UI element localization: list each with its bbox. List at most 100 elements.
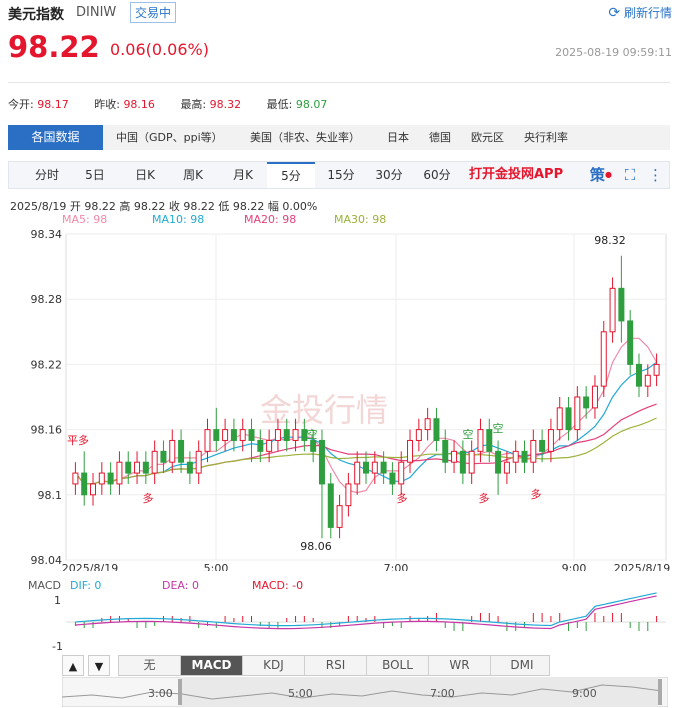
candle-body [521,450,528,463]
prev-close-label: 昨收: [94,98,120,111]
candle-body [565,407,572,431]
candle-body [468,450,475,474]
candle-body [371,461,378,474]
arrow-down-icon[interactable]: ▼ [88,655,110,676]
tab-germany[interactable]: 德国 [429,125,451,150]
quote-time: 2025-08-19 09:59:11 [555,46,672,59]
strategy-icon[interactable]: 策● [590,166,612,184]
price-change: 0.06(0.06%) [110,40,209,59]
more-icon[interactable]: ⋮ [648,166,663,184]
chart-annotation: 空 [493,421,504,435]
candle-body [627,320,634,365]
nav-arrows: ▲ ▼ [62,655,114,676]
divider [8,82,670,83]
indicator-boll[interactable]: BOLL [367,656,429,675]
candle-body [318,439,325,485]
kline-chart[interactable]: 金投行情 98.34 98.28 98.22 98.16 98.1 98.04 2025/… [0,226,678,571]
ohlc-readout: 2025/8/19 开 98.22 高 98.22 收 98.22 低 98.2… [10,200,318,213]
candle-body [380,461,387,474]
y-tick-label: 98.16 [31,424,63,437]
tab-japan[interactable]: 日本 [387,125,409,150]
watermark: 金投行情 [260,391,388,429]
tab-country-data[interactable]: 各国数据 [8,125,103,150]
navigator-left-handle[interactable] [178,679,182,705]
candle-body [547,429,554,452]
tab-weekly-k[interactable]: 周K [169,162,217,188]
indicator-kdj[interactable]: KDJ [243,656,305,675]
indicator-none[interactable]: 无 [119,656,181,675]
candle-body [134,461,141,474]
candle-body [442,439,449,463]
candle-body [310,439,317,452]
arrow-up-icon[interactable]: ▲ [62,655,84,676]
navigator-right-handle[interactable] [658,679,662,705]
indicator-macd[interactable]: MACD [181,656,243,675]
x-tick-label: 2025/8/19 [614,562,670,571]
indicator-dmi[interactable]: DMI [491,656,553,675]
candle-body [574,396,581,431]
tab-eurozone[interactable]: 欧元区 [471,125,504,150]
y-axis: 98.34 98.28 98.22 98.16 98.1 98.04 [31,228,63,567]
instrument-name: 美元指数 [8,7,64,23]
candle-body [336,505,343,528]
x-tick-label: 9:00 [562,562,587,571]
tab-usa[interactable]: 美国（非农、失业率） [250,125,360,150]
candle-body [274,429,281,441]
tab-60min[interactable]: 60分 [413,162,461,188]
candle-body [556,407,563,431]
candle-body [539,439,546,452]
indicator-wr[interactable]: WR [429,656,491,675]
chart-annotation: 空 [463,427,474,441]
chart-annotation: 多 [531,487,542,501]
candle-body [459,450,466,474]
candle-body [398,461,405,485]
candle-body [363,461,369,474]
chart-annotation: 98.32 [594,234,626,247]
candle-body [90,483,97,496]
chart-annotation: 多 [143,491,154,505]
ma5-legend: MA5: 98 [62,213,108,226]
x-tick-label: 7:00 [384,562,409,571]
nav-tick: 7:00 [430,687,455,700]
tab-30min[interactable]: 30分 [365,162,413,188]
fullscreen-icon[interactable]: ⛶ [625,166,636,184]
candle-body [327,483,334,528]
tab-monthly-k[interactable]: 月K [219,162,267,188]
candle-body [433,418,440,441]
candle-body [72,472,79,485]
indicator-rsi[interactable]: RSI [305,656,367,675]
dif-line [75,592,657,627]
candle-body [495,450,502,474]
tab-central-bank-rates[interactable]: 央行利率 [524,125,568,150]
open-app-link[interactable]: 打开金投网APP [469,162,563,188]
period-tabs: 分时 5日 日K 周K 月K 5分 15分 30分 60分 打开金投网APP 策… [8,161,670,189]
tab-15min[interactable]: 15分 [317,162,365,188]
candle-body [222,429,229,441]
ma20-legend: MA20: 98 [244,213,297,226]
chart-annotation: 多 [397,491,408,505]
high-value: 98.32 [209,98,242,111]
chart-annotation: 平多 [67,433,89,447]
stats-row: 今开: 98.17 昨收: 98.16 最高: 98.32 最低: 98.07 [8,96,327,112]
tab-5min[interactable]: 5分 [267,162,315,188]
y-tick-label: 98.1 [38,489,63,502]
candle-body [230,429,237,441]
tab-china[interactable]: 中国（GDP、ppi等） [116,125,223,150]
candle-body [116,461,123,485]
tab-daily-k[interactable]: 日K [121,162,169,188]
candle-body [142,461,149,474]
ma30-legend: MA30: 98 [334,213,387,226]
time-navigator[interactable]: 3:00 5:00 7:00 9:00 [62,677,668,707]
tab-timeshare[interactable]: 分时 [23,162,71,188]
candle-body [653,363,660,376]
open-label: 今开: [8,98,34,111]
candle-body [178,439,185,463]
candle-body [195,450,202,474]
tab-5day[interactable]: 5日 [71,162,119,188]
open-value: 98.17 [37,98,69,111]
refresh-button[interactable]: ⟳ 刷新行情 [608,4,672,21]
candle-body [204,429,211,452]
candle-body [169,439,176,463]
dea-line [75,595,657,630]
candle-body [635,363,642,387]
